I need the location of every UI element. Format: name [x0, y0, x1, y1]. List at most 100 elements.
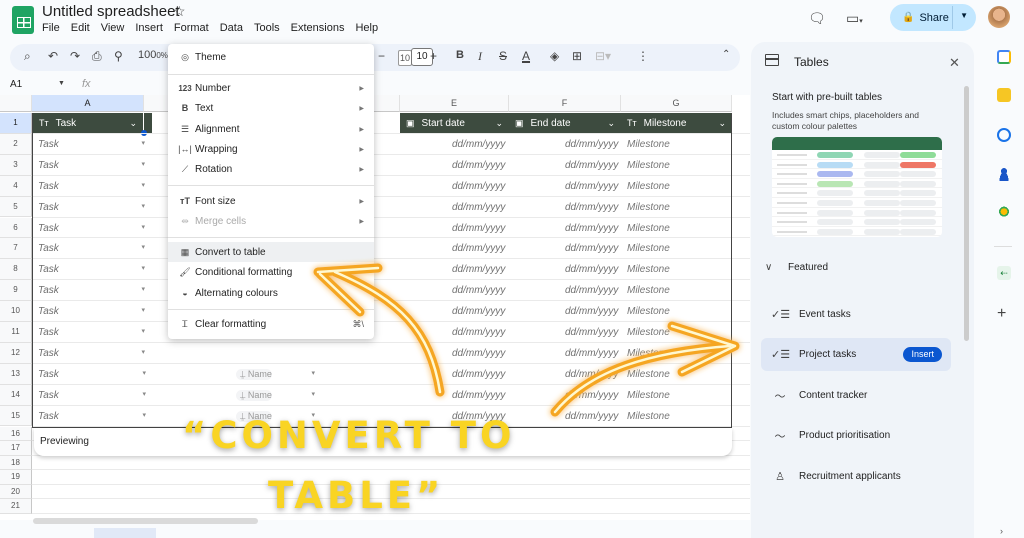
end-date-cell[interactable]: dd/mm/yyyy	[565, 181, 618, 192]
start-date-cell[interactable]: dd/mm/yyyy	[452, 285, 505, 296]
start-date-cell[interactable]: dd/mm/yyyy	[452, 223, 505, 234]
table-header-end-date[interactable]: ▣ End date ⌄	[509, 113, 621, 133]
start-date-cell[interactable]: dd/mm/yyyy	[452, 181, 505, 192]
milestone-cell[interactable]: Milestone	[627, 264, 670, 275]
menu-insert[interactable]: Insert	[135, 22, 163, 34]
milestone-cell[interactable]: Milestone	[627, 139, 670, 150]
name-box[interactable]: A1	[10, 79, 22, 90]
avatar[interactable]	[988, 6, 1010, 28]
end-date-cell[interactable]: dd/mm/yyyy	[565, 369, 618, 380]
select-all-corner[interactable]	[0, 95, 32, 112]
milestone-cell[interactable]: Milestone	[627, 348, 670, 359]
menu-edit[interactable]: Edit	[71, 22, 90, 34]
search-menus-icon[interactable]: ⌕	[24, 49, 31, 64]
row-header[interactable]: 9	[0, 280, 32, 302]
menu-item-alternating-colours[interactable]: ◒ Alternating colours	[168, 283, 374, 303]
collapse-toolbar-icon[interactable]: ⌃	[722, 49, 730, 60]
start-date-cell[interactable]: dd/mm/yyyy	[452, 390, 505, 401]
column-header-a[interactable]: A	[32, 95, 144, 112]
row-header[interactable]: 6	[0, 217, 32, 239]
share-dropdown-icon[interactable]: ▼	[960, 11, 968, 20]
task-cell[interactable]: Task	[38, 139, 59, 150]
menu-item-text[interactable]: B Text ▶	[168, 98, 374, 118]
start-date-cell[interactable]: dd/mm/yyyy	[452, 160, 505, 171]
milestone-cell[interactable]: Milestone	[627, 411, 670, 422]
task-cell[interactable]: Task	[38, 348, 59, 359]
panel-scrollbar[interactable]	[964, 86, 969, 341]
task-cell[interactable]: Task	[38, 390, 59, 401]
start-date-cell[interactable]: dd/mm/yyyy	[452, 264, 505, 275]
row-header[interactable]: 1	[0, 113, 32, 134]
tasks-icon[interactable]	[997, 128, 1011, 142]
star-icon[interactable]: ☆	[173, 3, 186, 20]
end-date-cell[interactable]: dd/mm/yyyy	[565, 243, 618, 254]
row-header[interactable]: 2	[0, 133, 32, 155]
start-date-cell[interactable]: dd/mm/yyyy	[452, 306, 505, 317]
menu-file[interactable]: File	[42, 22, 60, 34]
template-project-tasks[interactable]: ✓☰ Project tasks Insert	[761, 338, 951, 371]
assignee-chip[interactable]: ⍊ Name	[236, 389, 272, 401]
task-cell[interactable]: Task	[38, 369, 59, 380]
start-date-cell[interactable]: dd/mm/yyyy	[452, 348, 505, 359]
template-content-tracker[interactable]: 〜 Content tracker	[761, 379, 951, 412]
row-header[interactable]: 4	[0, 175, 32, 197]
chevron-down-icon[interactable]: ⌄	[129, 118, 137, 129]
start-date-cell[interactable]: dd/mm/yyyy	[452, 327, 505, 338]
template-event-tasks[interactable]: ✓☰ Event tasks	[761, 298, 951, 331]
menu-data[interactable]: Data	[220, 22, 243, 34]
paint-format-icon[interactable]: ⚲	[114, 49, 123, 63]
print-icon[interactable]: ⎙	[92, 49, 102, 64]
task-cell[interactable]: Task	[38, 181, 59, 192]
calendar-icon[interactable]	[997, 50, 1011, 64]
redo-icon[interactable]: ↷	[70, 49, 80, 63]
fill-color-icon[interactable]: ◈	[550, 49, 559, 63]
contacts-icon[interactable]	[997, 167, 1011, 181]
milestone-cell[interactable]: Milestone	[627, 202, 670, 213]
meet-icon[interactable]: ▭▾	[846, 10, 863, 27]
end-date-cell[interactable]: dd/mm/yyyy	[565, 348, 618, 359]
row-header[interactable]: 20	[0, 484, 32, 499]
menu-item-wrapping[interactable]: |↔| Wrapping ▶	[168, 139, 374, 159]
strikethrough-icon[interactable]: S	[499, 49, 507, 63]
row-header[interactable]: 18	[0, 455, 32, 470]
task-cell[interactable]: Task	[38, 285, 59, 296]
end-date-cell[interactable]: dd/mm/yyyy	[565, 327, 618, 338]
chevron-down-icon[interactable]: ∨	[765, 262, 772, 273]
template-product-prioritisation[interactable]: 〜 Product prioritisation	[761, 419, 951, 452]
comments-icon[interactable]: 🗨	[808, 10, 826, 27]
row-header[interactable]: 3	[0, 154, 32, 176]
borders-icon[interactable]: ⊞	[572, 49, 582, 63]
task-cell[interactable]: Task	[38, 306, 59, 317]
text-color-icon[interactable]: A	[522, 49, 530, 63]
horizontal-scrollbar[interactable]	[33, 518, 258, 524]
maps-icon[interactable]	[997, 206, 1011, 220]
menu-item-convert-to-table[interactable]: ▦ Convert to table	[168, 242, 374, 262]
add-addon-icon[interactable]: +	[997, 305, 1006, 323]
featured-section-label[interactable]: Featured	[788, 262, 828, 273]
sheets-logo[interactable]	[12, 6, 34, 34]
row-header[interactable]: 17	[0, 441, 32, 456]
menu-tools[interactable]: Tools	[254, 22, 280, 34]
milestone-cell[interactable]: Milestone	[627, 285, 670, 296]
prebuilt-table-thumbnail[interactable]	[772, 137, 942, 237]
row-header[interactable]: 16	[0, 426, 32, 441]
milestone-cell[interactable]: Milestone	[627, 181, 670, 192]
menu-item-clear-formatting[interactable]: Ꮖ Clear formatting ⌘\	[168, 314, 374, 334]
milestone-cell[interactable]: Milestone	[627, 223, 670, 234]
merge-cells-icon[interactable]: ⊟▾	[595, 49, 611, 63]
menu-format[interactable]: Format	[174, 22, 209, 34]
end-date-cell[interactable]: dd/mm/yyyy	[565, 160, 618, 171]
end-date-cell[interactable]: dd/mm/yyyy	[565, 223, 618, 234]
column-header-g[interactable]: G	[621, 95, 732, 112]
task-cell[interactable]: Task	[38, 223, 59, 234]
milestone-cell[interactable]: Milestone	[627, 160, 670, 171]
row-header[interactable]: 15	[0, 405, 32, 427]
expand-panel-icon[interactable]: ›	[1000, 526, 1003, 536]
table-header-milestone[interactable]: Tт Milestone ⌄	[621, 113, 732, 133]
milestone-cell[interactable]: Milestone	[627, 369, 670, 380]
row-header[interactable]: 5	[0, 196, 32, 218]
menu-item-theme[interactable]: ◎ Theme	[168, 47, 374, 67]
insert-button[interactable]: Insert	[903, 347, 942, 362]
name-box-dropdown-icon[interactable]: ▼	[58, 80, 65, 87]
milestone-cell[interactable]: Milestone	[627, 243, 670, 254]
